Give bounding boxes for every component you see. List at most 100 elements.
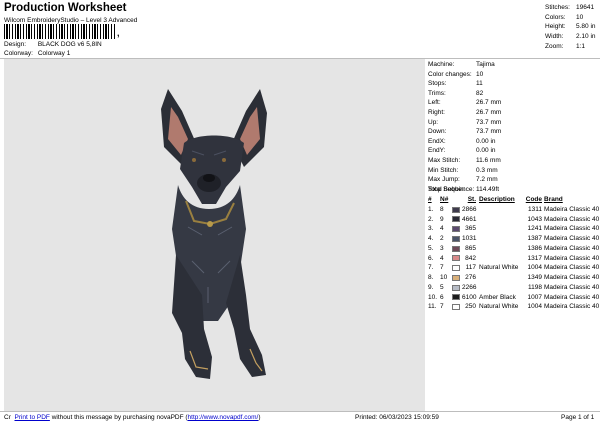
stitch-count: 2866 xyxy=(462,205,477,213)
thread-code: 1007 xyxy=(527,293,542,301)
machine-info-label: Left: xyxy=(428,99,441,107)
machine-info-row: EndY: 0.00 in xyxy=(428,146,501,156)
needle-number: 6 xyxy=(440,293,444,301)
machine-info-value: 73.7 mm xyxy=(476,118,502,126)
barcode-mark: , xyxy=(117,28,120,38)
dog-embroidery-image xyxy=(161,89,267,379)
colorway-value: Colorway 1 xyxy=(37,50,71,57)
machine-info-value: 26.7 mm xyxy=(476,99,502,107)
color-swatch xyxy=(452,294,460,301)
stop-sequence-row: 11. 7 250 Natural White 1004 Madeira Classic … xyxy=(428,302,599,312)
machine-info-row: Trims: 82 xyxy=(428,89,501,99)
stats-panel: Stitches: 19641 Colors: 10 Height: 5.80 in Wid… xyxy=(545,3,596,52)
machine-info-row: Down: 73.7 mm xyxy=(428,127,501,137)
machine-info: Machine: Tajima Color changes: 10 Stops: 11 Tr… xyxy=(428,60,501,194)
color-swatch xyxy=(452,265,460,272)
thread-code: 1386 xyxy=(527,244,542,252)
printed-date: Printed: 06/03/2023 15:09:59 xyxy=(355,414,439,421)
col-description: Description xyxy=(479,196,515,203)
stitch-count: 276 xyxy=(465,274,476,281)
machine-info-row: Color changes: 10 xyxy=(428,70,501,80)
novapdf-link[interactable]: http://www.novapdf.com/ xyxy=(188,414,259,421)
stitch-count: 250 xyxy=(465,303,476,311)
needle-number: 9 xyxy=(440,215,444,223)
stat-value: 2.10 in xyxy=(576,33,596,41)
stop-sequence-table: # N# St. Description Code Brand 1. 8 2866 1… xyxy=(428,195,599,312)
machine-info-label: Machine: xyxy=(428,61,455,68)
stat-row: Height: 5.80 in xyxy=(545,22,596,32)
thread-brand: Madeira Classic 40 xyxy=(544,303,600,311)
machine-info-label: Stops: xyxy=(428,80,447,88)
stop-sequence-row: 1. 8 2866 1311 Madeira Classic 40 xyxy=(428,205,599,215)
stitch-count: 4661 xyxy=(462,215,477,223)
stop-number: 3. xyxy=(428,225,434,233)
col-num: # xyxy=(428,196,432,203)
stop-sequence-row: 9. 5 2266 1198 Madeira Classic 40 xyxy=(428,283,599,293)
machine-info-label: EndY: xyxy=(428,147,446,155)
machine-info-row: Left: 26.7 mm xyxy=(428,98,501,108)
machine-info-row: Max Jump: 7.2 mm xyxy=(428,175,501,185)
thread-code: 1349 xyxy=(527,274,542,281)
color-swatch xyxy=(452,255,460,262)
stat-value: 5.80 in xyxy=(576,23,596,31)
thread-code: 1004 xyxy=(527,303,542,311)
stat-value: 10 xyxy=(576,13,584,21)
stat-value: 1:1 xyxy=(576,42,586,50)
stop-sequence-header: # N# St. Description Code Brand xyxy=(428,195,599,205)
stop-sequence-row: 10. 6 6100 Amber Black 1007 Madeira Classic 4… xyxy=(428,293,599,303)
needle-number: 4 xyxy=(440,225,444,233)
stitch-count: 1031 xyxy=(462,235,477,242)
stop-sequence-row: 7. 7 117 Natural White 1004 Madeira Classic 4… xyxy=(428,263,599,273)
software-name: Wilcom EmbroideryStudio – Level 3 Advanc… xyxy=(4,17,138,24)
machine-info-value: 26.7 mm xyxy=(476,108,502,116)
print-to-pdf-link[interactable]: Print to PDF xyxy=(14,414,49,421)
thread-brand: Madeira Classic 40 xyxy=(544,293,600,301)
stop-sequence-row: 3. 4 365 1241 Madeira Classic 40 xyxy=(428,224,599,234)
thread-code: 1387 xyxy=(527,235,542,242)
machine-info-row: Max Stitch: 11.6 mm xyxy=(428,156,501,166)
color-swatch xyxy=(452,216,460,223)
thread-code: 1311 xyxy=(528,205,542,213)
needle-number: 2 xyxy=(440,235,444,242)
machine-info-value: 11 xyxy=(476,80,483,88)
thread-description: Natural White xyxy=(479,264,519,272)
machine-info-row: Up: 73.7 mm xyxy=(428,118,501,128)
stitch-count: 865 xyxy=(465,244,476,252)
footer-middle: without this message by purchasing novaP… xyxy=(51,414,188,421)
col-code: Code xyxy=(525,196,542,203)
stat-row: Zoom: 1:1 xyxy=(545,42,596,52)
thread-brand: Madeira Classic 40 xyxy=(544,215,600,223)
machine-info-value: 11.6 mm xyxy=(476,156,501,164)
thread-code: 1317 xyxy=(527,254,542,262)
color-swatch xyxy=(452,245,460,252)
stop-number: 11. xyxy=(428,303,437,311)
machine-info-value: 73.7 mm xyxy=(476,128,502,136)
machine-info-value: 82 xyxy=(476,89,484,97)
thread-brand: Madeira Classic 40 xyxy=(544,254,600,262)
color-swatch xyxy=(452,284,460,291)
page-number: Page 1 of 1 xyxy=(561,414,595,421)
col-n: N# xyxy=(440,196,449,203)
col-stitches: St. xyxy=(467,196,476,203)
color-swatch xyxy=(452,304,460,311)
needle-number: 3 xyxy=(440,244,444,252)
stop-sequence-row: 6. 4 842 1317 Madeira Classic 40 xyxy=(428,254,599,264)
thread-description: Amber Black xyxy=(479,293,516,301)
thread-code: 1043 xyxy=(527,215,542,223)
machine-info-value: 10 xyxy=(476,70,484,78)
stat-label: Width: xyxy=(545,33,564,41)
thread-brand: Madeira Classic 40 xyxy=(544,205,600,213)
color-swatch xyxy=(452,274,460,281)
design-preview xyxy=(4,59,425,411)
needle-number: 7 xyxy=(440,264,444,272)
stop-number: 7. xyxy=(428,264,434,272)
thread-code: 1004 xyxy=(527,264,542,272)
machine-info-label: Color changes: xyxy=(428,70,472,78)
machine-info-value: 0.00 in xyxy=(476,137,496,145)
col-brand: Brand xyxy=(544,196,563,203)
needle-number: 4 xyxy=(440,254,444,262)
machine-info-label: Down: xyxy=(428,128,447,136)
colorway-label: Colorway: xyxy=(4,50,33,57)
stat-row: Stitches: 19641 xyxy=(545,3,596,13)
stop-number: 6. xyxy=(428,254,434,262)
